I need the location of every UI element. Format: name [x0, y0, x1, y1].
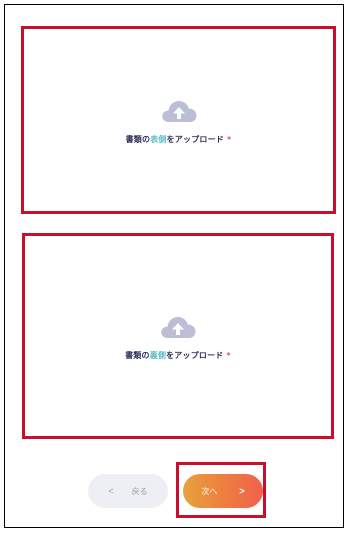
next-button[interactable]: 次へ > — [183, 474, 263, 508]
chevron-right-icon: > — [239, 486, 245, 496]
upload-back-content: 書類の裏側をアップロード * — [25, 236, 331, 436]
upload-front-label-prefix: 書類の — [125, 134, 151, 144]
next-button-highlight: 次へ > — [176, 462, 266, 518]
step-navigation: < 戻る 次へ > — [0, 458, 350, 518]
cloud-upload-icon — [161, 100, 196, 122]
next-button-label: 次へ — [201, 486, 218, 496]
back-button-label: 戻る — [131, 486, 148, 496]
back-button[interactable]: < 戻る — [88, 474, 168, 508]
upload-back-label-suffix: をアップロード — [166, 350, 224, 360]
required-mark: * — [226, 350, 231, 360]
upload-back-label-side: 裏側 — [149, 350, 167, 360]
upload-back-label: 書類の裏側をアップロード * — [125, 350, 231, 361]
upload-front-label-side: 表側 — [150, 134, 167, 144]
upload-front-content: 書類の表側をアップロード * — [24, 29, 333, 211]
upload-back-dropzone[interactable]: 書類の裏側をアップロード * — [22, 233, 334, 439]
cloud-upload-icon — [161, 316, 196, 338]
upload-front-label-suffix: をアップロード — [166, 134, 225, 144]
chevron-left-icon: < — [108, 486, 114, 496]
upload-front-label: 書類の表側をアップロード * — [126, 134, 232, 145]
upload-front-dropzone[interactable]: 書類の表側をアップロード * — [21, 26, 336, 214]
upload-back-label-prefix: 書類の — [125, 350, 150, 360]
required-mark: * — [227, 134, 232, 144]
